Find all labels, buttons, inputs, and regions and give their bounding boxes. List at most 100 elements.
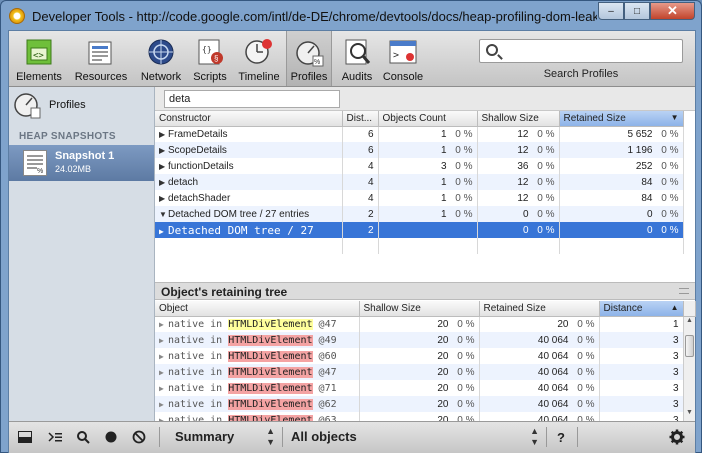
resize-grip-icon[interactable] <box>679 288 689 294</box>
object-type: HTMLDivElement <box>228 350 313 362</box>
expand-triangle-icon[interactable]: ▶ <box>159 400 168 409</box>
shallow-percent: 0 % <box>537 192 555 204</box>
constructor-row[interactable]: ▶ ScopeDetails 6 1 0 % 12 0 % 1 196 0 % <box>155 142 684 158</box>
constructor-row[interactable]: ▶ detach 4 1 0 % 12 0 % 84 0 % <box>155 174 684 190</box>
show-console-button[interactable] <box>43 426 67 448</box>
search-input[interactable] <box>504 42 679 60</box>
constructor-name: ScopeDetails <box>168 144 227 156</box>
count-percent: 0 % <box>455 160 473 172</box>
tab-label: Profiles <box>290 71 328 83</box>
tab-profiles[interactable]: % Profiles <box>286 31 332 86</box>
sidebar-profiles-label: Profiles <box>49 99 86 111</box>
close-button[interactable]: ✕ <box>650 2 695 20</box>
settings-button[interactable] <box>665 426 689 448</box>
expand-triangle-icon[interactable]: ▶ <box>159 162 168 171</box>
expand-triangle-icon[interactable]: ▶ <box>159 320 168 329</box>
expand-triangle-icon[interactable]: ▶ <box>159 194 168 203</box>
shallow-value: 20 <box>437 334 449 346</box>
vertical-scrollbar[interactable]: ▲ ▼ <box>683 317 695 421</box>
shallow-cell: 20 0 % <box>359 332 480 348</box>
constructor-name: detachShader <box>168 192 231 204</box>
retained-percent: 0 % <box>577 318 595 330</box>
help-button[interactable]: ? <box>549 426 573 448</box>
retained-cell: 00 % <box>559 206 684 222</box>
expand-triangle-icon[interactable]: ▼ <box>159 210 168 219</box>
distance-cell: 3 <box>599 332 684 348</box>
tab-elements[interactable]: <> Elements <box>13 31 65 86</box>
constructor-row-selected[interactable]: ▶ Detached DOM tree / 27 2 0 0 % 0 0 % <box>155 222 684 238</box>
expand-triangle-icon[interactable]: ▶ <box>159 336 168 345</box>
expand-triangle-icon[interactable]: ▶ <box>159 384 168 393</box>
retained-cell: 40 064 0 % <box>479 364 600 380</box>
scroll-up-icon[interactable]: ▲ <box>684 317 695 329</box>
expand-triangle-icon[interactable]: ▶ <box>159 178 168 187</box>
tab-console[interactable]: > Console <box>381 31 425 86</box>
retainer-row[interactable]: ▶ native in HTMLDivElement @62 20 0 % 40 064… <box>155 396 695 412</box>
snapshot-item[interactable]: % Snapshot 1 24.02MB <box>9 145 154 181</box>
expand-triangle-icon[interactable]: ▶ <box>159 146 168 155</box>
retained-cell: 40 064 0 % <box>479 380 600 396</box>
resources-icon <box>85 36 117 68</box>
column-retained-size[interactable]: Retained Size <box>479 301 600 317</box>
retainer-row[interactable]: ▶ native in HTMLDivElement @47 20 0 % 20 0 % 1 <box>155 316 695 332</box>
count-cell <box>378 222 478 238</box>
shallow-percent: 0 % <box>457 318 475 330</box>
object-id: @47 <box>318 366 337 378</box>
constructor-row[interactable]: ▼Detached DOM tree / 27 entries 2 1 0 % 0 0 %… <box>155 206 684 222</box>
record-button[interactable] <box>99 426 123 448</box>
view-selector[interactable]: Summary ▲ ▼ <box>169 426 279 448</box>
constructor-name: detach <box>168 176 199 188</box>
title-bar: Developer Tools - http://code.google.com… <box>1 1 701 31</box>
column-distance[interactable]: Dist... <box>342 111 379 127</box>
dock-to-main-button[interactable] <box>13 426 37 448</box>
tab-resources[interactable]: Resources <box>71 31 131 86</box>
tab-timeline[interactable]: Timeline <box>235 31 283 86</box>
column-retained-size[interactable]: Retained Size ▼ <box>559 111 684 127</box>
retainer-row[interactable]: ▶ native in HTMLDivElement @49 20 0 % 40 064… <box>155 332 695 348</box>
snapshot-icon: % <box>23 150 47 176</box>
expand-triangle-icon[interactable]: ▶ <box>159 368 168 377</box>
column-distance[interactable]: Distance ▲ <box>599 301 684 317</box>
column-object[interactable]: Object <box>155 301 360 317</box>
shallow-cell: 20 0 % <box>359 348 480 364</box>
scroll-corner <box>683 301 696 317</box>
objects-filter-selector[interactable]: All objects ▲ ▼ <box>285 426 543 448</box>
maximize-button[interactable]: □ <box>624 2 650 20</box>
constructor-row[interactable]: ▶ functionDetails 4 3 0 % 36 0 % 252 0 % <box>155 158 684 174</box>
expand-triangle-icon[interactable]: ▶ <box>159 352 168 361</box>
retainer-row[interactable]: ▶ native in HTMLDivElement @47 20 0 % 40 064… <box>155 364 695 380</box>
tab-label: Network <box>140 71 182 83</box>
retained-cell: 5 652 0 % <box>559 126 684 142</box>
expand-triangle-icon[interactable]: ▶ <box>159 227 168 236</box>
tab-network[interactable]: Network <box>137 31 185 86</box>
class-filter-input[interactable]: deta <box>164 90 340 108</box>
column-shallow-size[interactable]: Shallow Size <box>359 301 480 317</box>
sidebar-profiles-item[interactable]: Profiles <box>13 91 86 119</box>
tab-audits[interactable]: Audits <box>337 31 377 86</box>
column-shallow-size[interactable]: Shallow Size <box>477 111 560 127</box>
scroll-thumb[interactable] <box>685 335 694 357</box>
constructor-row[interactable]: ▶ detachShader 4 1 0 % 12 0 % 84 0 % <box>155 190 684 206</box>
retainer-row[interactable]: ▶ native in HTMLDivElement @71 20 0 % 40 064… <box>155 380 695 396</box>
select-arrows-icon: ▲ ▼ <box>530 426 539 447</box>
retainer-row[interactable]: ▶native in HTMLDivElement @60200 %40 064… <box>155 348 695 364</box>
shallow-cell: 20 0 % <box>359 380 480 396</box>
constructor-row[interactable]: ▶ FrameDetails 6 1 0 % 12 0 % 5 652 0 % <box>155 126 684 142</box>
distance-cell: 3 <box>599 348 684 364</box>
inspect-button[interactable] <box>71 426 95 448</box>
scroll-down-icon[interactable]: ▼ <box>684 409 695 421</box>
column-objects-count[interactable]: Objects Count <box>378 111 478 127</box>
count-percent: 0 % <box>455 144 473 156</box>
count-cell: 10 % <box>378 126 478 142</box>
shallow-cell: 12 0 % <box>477 142 560 158</box>
clear-button[interactable] <box>127 426 151 448</box>
retained-percent: 0 % <box>661 176 679 188</box>
expand-triangle-icon[interactable]: ▶ <box>159 130 168 139</box>
search-box[interactable] <box>479 39 683 63</box>
count-cell: 10 % <box>378 190 478 206</box>
tab-scripts[interactable]: {} § Scripts <box>190 31 230 86</box>
minimize-button[interactable]: – <box>598 2 624 20</box>
column-constructor[interactable]: Constructor <box>155 111 343 127</box>
snapshot-name: Snapshot 1 <box>55 150 115 162</box>
retained-cell: 40 064 0 % <box>479 348 600 364</box>
